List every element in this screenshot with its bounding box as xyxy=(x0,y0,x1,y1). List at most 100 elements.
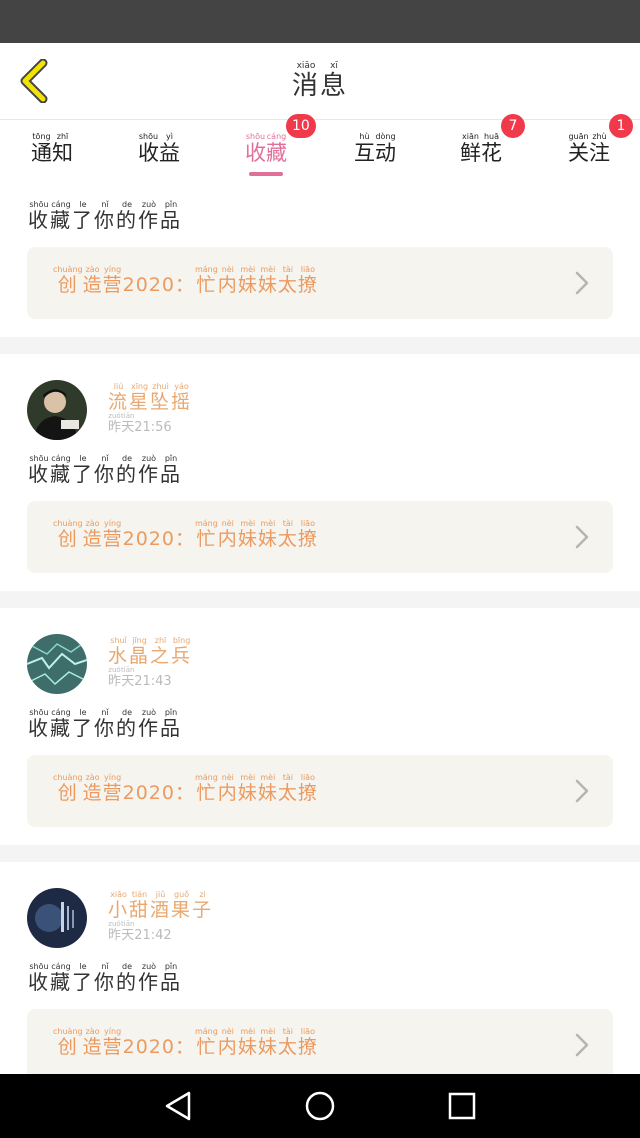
ruby-char: 造zào xyxy=(82,265,103,296)
ruby-char: 天tiān xyxy=(121,666,134,689)
char: 撩 xyxy=(297,528,318,550)
pinyin: zhuì xyxy=(150,382,172,391)
pinyin: tián xyxy=(129,890,151,899)
char: 你 xyxy=(94,208,116,232)
work-link[interactable]: 创chuàng造zào营yíng2020：忙máng内nèi妹mèi妹mèi太t… xyxy=(27,501,613,573)
pinyin: zào xyxy=(82,1027,103,1036)
avatar[interactable] xyxy=(27,380,87,440)
timestamp-time: 21:42 xyxy=(134,928,172,943)
char: 妹 xyxy=(257,274,278,296)
char: 2020： xyxy=(122,528,195,550)
char: 造 xyxy=(82,274,103,296)
char: 撩 xyxy=(297,274,318,296)
char: 之 xyxy=(150,645,172,667)
pinyin: xiǎo xyxy=(108,890,130,899)
tab-0[interactable]: 通tōng知zhī xyxy=(7,132,97,167)
pinyin: tōng xyxy=(31,132,52,141)
tab-3[interactable]: 互hù动dòng xyxy=(330,132,420,167)
char: 创 xyxy=(53,782,83,804)
unread-badge: 1 xyxy=(609,114,633,138)
char: 妹 xyxy=(237,528,258,550)
char: 晶 xyxy=(129,645,151,667)
ruby-char: 息xī xyxy=(320,61,349,101)
nav-recents-button[interactable] xyxy=(444,1088,480,1124)
char: 收 xyxy=(28,716,50,740)
ruby-char: 你nǐ xyxy=(94,454,116,486)
ruby-char: 酒jiǔ xyxy=(150,890,171,921)
avatar[interactable] xyxy=(27,634,87,694)
ruby-char: 造zào xyxy=(83,773,103,804)
pinyin: yáo xyxy=(171,382,193,391)
username[interactable]: 流liú星xīng坠zhuì摇yáo xyxy=(108,382,192,414)
chevron-right-icon xyxy=(575,525,589,553)
work-link[interactable]: 创chuàng造zào营yíng2020：忙máng内nèi妹mèi妹mèi太t… xyxy=(27,247,613,319)
sender-row: 水shuǐ晶jīng之zhī兵bīng 昨zuó天tiān21:43 xyxy=(0,608,640,696)
char: 藏 xyxy=(50,716,72,740)
char: 益 xyxy=(159,141,180,165)
pinyin: chuàng xyxy=(53,265,83,274)
pinyin: liāo xyxy=(297,265,318,274)
char: 你 xyxy=(94,970,116,994)
ruby-char: 天tiān xyxy=(121,412,134,435)
ruby-char: 果guǒ xyxy=(171,890,192,921)
pinyin: zuò xyxy=(138,454,160,463)
ruby-char: 造zào xyxy=(82,519,103,550)
pinyin: nǐ xyxy=(94,454,116,463)
ruby-char: 营yíng xyxy=(103,1027,123,1058)
ruby-char: 的de xyxy=(116,962,138,994)
pinyin: pǐn xyxy=(160,200,182,209)
ruby-char: 收shōu xyxy=(28,962,50,994)
ruby-char: 藏cáng xyxy=(50,200,72,232)
nav-back-button[interactable] xyxy=(160,1088,196,1124)
ruby-char: 造zào xyxy=(83,1027,103,1058)
char: 息 xyxy=(320,71,349,101)
work-link[interactable]: 创chuàng造zào营yíng2020：忙máng内nèi妹mèi妹mèi太t… xyxy=(27,755,613,827)
pinyin: de xyxy=(116,454,138,463)
char: 的 xyxy=(116,970,138,994)
username[interactable]: 小xiǎo甜tián酒jiǔ果guǒ子zi xyxy=(108,890,213,922)
char: 忙 xyxy=(194,1036,218,1058)
card-bottom-spacer xyxy=(0,319,640,337)
pinyin: bīng xyxy=(171,636,193,645)
char: 内 xyxy=(217,274,238,296)
ruby-char: 藏cáng xyxy=(50,454,72,486)
card-divider xyxy=(0,591,640,608)
pinyin: liāo xyxy=(297,773,318,782)
nav-home-button[interactable] xyxy=(302,1088,338,1124)
pinyin: xiān xyxy=(460,132,481,141)
ruby-char: 撩liāo xyxy=(297,265,318,296)
ruby-char: 品pǐn xyxy=(160,708,182,740)
pinyin: le xyxy=(72,708,94,717)
timestamp: 昨zuó天tiān21:42 xyxy=(108,920,172,943)
pinyin: guǒ xyxy=(171,890,193,899)
ruby-char: 藏cáng xyxy=(266,132,287,165)
username[interactable]: 水shuǐ晶jīng之zhī兵bīng xyxy=(108,636,192,668)
char: 了 xyxy=(72,208,94,232)
char: 内 xyxy=(217,1036,238,1058)
ruby-char: 妹mèi xyxy=(258,773,278,804)
ruby-char: 昨zuó xyxy=(108,666,121,689)
ruby-char: 了le xyxy=(72,200,94,232)
ruby-char: 花huā xyxy=(481,132,502,165)
char: 藏 xyxy=(50,208,72,232)
char: 关 xyxy=(568,141,589,165)
char: 动 xyxy=(375,141,396,165)
pinyin: chuàng xyxy=(53,1027,83,1036)
work-title: 创chuàng造zào营yíng2020：忙máng内nèi妹mèi妹mèi太t… xyxy=(53,1027,318,1059)
pinyin: cáng xyxy=(50,454,72,463)
pinyin: yíng xyxy=(102,1027,123,1036)
pinyin: le xyxy=(72,962,94,971)
char: 造 xyxy=(82,528,103,550)
char: 撩 xyxy=(297,782,318,804)
pinyin: liāo xyxy=(297,1027,318,1036)
ruby-char: 兵bīng xyxy=(171,636,192,667)
ruby-char: 晶jīng xyxy=(129,636,151,667)
avatar[interactable] xyxy=(27,888,87,948)
char: 品 xyxy=(160,208,182,232)
work-link[interactable]: 创chuàng造zào营yíng2020：忙máng内nèi妹mèi妹mèi太t… xyxy=(27,1009,613,1074)
tab-1[interactable]: 收shōu益yì xyxy=(114,132,204,167)
pinyin: zào xyxy=(82,773,103,782)
ruby-char: 鲜xiān xyxy=(460,132,481,165)
pinyin: cáng xyxy=(50,200,72,209)
char: 作 xyxy=(138,716,160,740)
